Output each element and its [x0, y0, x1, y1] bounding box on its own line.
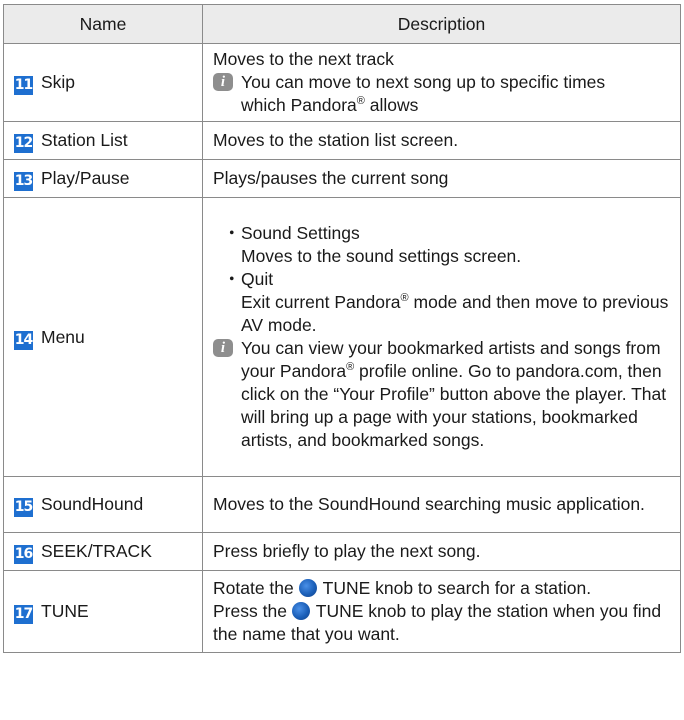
- header-description: Description: [202, 4, 681, 44]
- info-icon: i: [213, 73, 233, 91]
- table-row-seek-track: 16 SEEK/TRACK Press briefly to play the n…: [3, 532, 681, 571]
- function-table: Name Description 11 Skip Moves to the nex…: [3, 4, 681, 653]
- info-icon: i: [213, 339, 233, 357]
- note-text: which Pandora: [241, 95, 357, 115]
- bullet-dot: ・: [223, 223, 241, 243]
- name-cell: 17 TUNE: [3, 570, 203, 653]
- number-badge: 15: [14, 498, 33, 517]
- description-cell: Plays/pauses the current song: [202, 159, 681, 198]
- registered-mark: ®: [356, 95, 365, 108]
- description-cell: Moves to the next track i You can move t…: [202, 43, 681, 122]
- name-cell: 11 Skip: [3, 43, 203, 122]
- name-cell: 15 SoundHound: [3, 476, 203, 533]
- bullet-description: Moves to the sound settings screen.: [241, 246, 522, 266]
- number-badge: 16: [14, 545, 33, 564]
- item-name: Station List: [41, 129, 128, 150]
- table-row-tune: 17 TUNE Rotate the TUNE knob to search fo…: [3, 570, 681, 653]
- bullet-title: Quit: [241, 269, 274, 289]
- item-name: Skip: [41, 71, 76, 92]
- number-badge: 17: [14, 605, 33, 624]
- header-name: Name: [3, 4, 203, 44]
- info-note: i You can view your bookmarked artists a…: [213, 337, 672, 452]
- description-cell: Moves to the SoundHound searching music …: [202, 476, 681, 533]
- table-row-play-pause: 13 Play/Pause Plays/pauses the current so…: [3, 159, 681, 198]
- item-name: SEEK/TRACK: [41, 540, 152, 561]
- info-note: i You can move to next song up to specif…: [213, 71, 672, 117]
- name-cell: 13 Play/Pause: [3, 159, 203, 198]
- table-row-menu: 14 Menu ・ Sound Settings Moves to the sou…: [3, 197, 681, 477]
- table-header-row: Name Description: [3, 4, 681, 44]
- description-cell: Moves to the station list screen.: [202, 121, 681, 160]
- name-cell: 14 Menu: [3, 197, 203, 477]
- description-cell: Rotate the TUNE knob to search for a sta…: [202, 570, 681, 653]
- description-cell: Press briefly to play the next song.: [202, 532, 681, 571]
- name-cell: 16 SEEK/TRACK: [3, 532, 203, 571]
- bullet-item: ・ Sound Settings: [213, 222, 672, 245]
- note-text: You can move to next song up to specific…: [241, 72, 606, 92]
- function-table-container: Name Description 11 Skip Moves to the nex…: [3, 4, 681, 653]
- item-name: SoundHound: [41, 493, 144, 514]
- description-text: Moves to the next track: [213, 49, 394, 69]
- number-badge: 13: [14, 172, 33, 191]
- item-name: Play/Pause: [41, 167, 130, 188]
- table-row-skip: 11 Skip Moves to the next track i You can…: [3, 43, 681, 122]
- bullet-title: Sound Settings: [241, 223, 360, 243]
- number-badge: 12: [14, 134, 33, 153]
- item-name: TUNE: [41, 600, 89, 621]
- bullet-item: ・ Quit: [213, 268, 672, 291]
- description-line: Rotate the TUNE knob to search for a sta…: [213, 578, 592, 598]
- bullet-description: Exit current Pandora® mode and then move…: [241, 292, 669, 335]
- bullet-dot: ・: [223, 269, 241, 289]
- item-name: Menu: [41, 326, 85, 347]
- note-text: allows: [364, 95, 419, 115]
- tune-knob-icon: [291, 602, 310, 620]
- registered-mark: ®: [346, 361, 355, 374]
- table-row-station-list: 12 Station List Moves to the station list…: [3, 121, 681, 160]
- registered-mark: ®: [400, 292, 409, 305]
- table-row-soundhound: 15 SoundHound Moves to the SoundHound sea…: [3, 476, 681, 533]
- description-cell: ・ Sound Settings Moves to the sound sett…: [202, 197, 681, 477]
- name-cell: 12 Station List: [3, 121, 203, 160]
- description-line: Press the TUNE knob to play the station …: [213, 601, 662, 644]
- number-badge: 11: [14, 76, 33, 95]
- tune-knob-icon: [298, 579, 317, 597]
- number-badge: 14: [14, 330, 33, 350]
